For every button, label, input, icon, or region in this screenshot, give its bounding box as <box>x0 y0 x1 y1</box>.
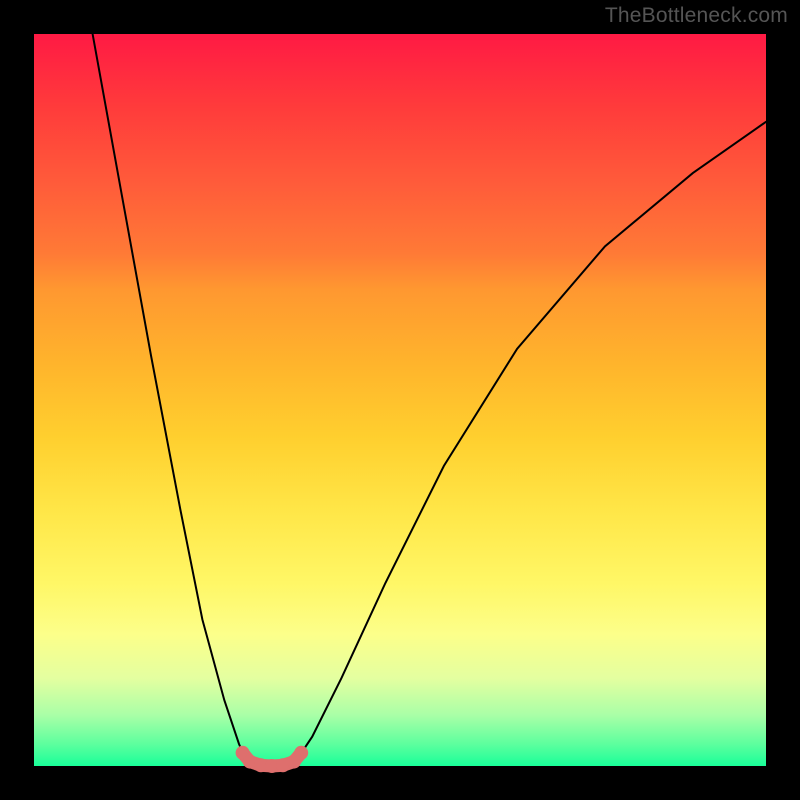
chart-plot-area <box>34 34 766 766</box>
curve-left-branch <box>93 34 253 765</box>
curve-right-branch <box>292 122 766 765</box>
chart-svg <box>34 34 766 766</box>
valley-dot <box>294 746 308 760</box>
watermark-text: TheBottleneck.com <box>605 4 788 28</box>
valley-dots-group <box>236 746 309 773</box>
